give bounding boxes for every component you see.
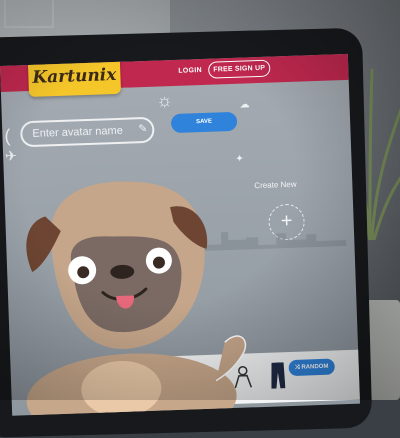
swirl-doodle-icon: ( bbox=[4, 125, 11, 146]
login-link[interactable]: LOGIN bbox=[178, 67, 202, 75]
save-button[interactable]: SAVE bbox=[170, 111, 238, 134]
pencil-icon[interactable]: ✎ bbox=[138, 122, 148, 135]
random-button[interactable]: ⤨ RANDOM bbox=[288, 358, 335, 377]
signup-button[interactable]: FREE SIGN UP bbox=[207, 59, 271, 79]
random-label: RANDOM bbox=[301, 363, 329, 371]
logo-text: Kartunix bbox=[32, 64, 117, 88]
tablet-screen: Kartunix LOGIN FREE SIGN UP ✈ ( ☼ ☁ ✦ ✎ … bbox=[0, 53, 361, 416]
background-frame bbox=[4, 0, 54, 28]
pants-icon[interactable] bbox=[271, 362, 286, 389]
sparkle-icon: ✦ bbox=[235, 153, 244, 165]
photo-scene: Kartunix LOGIN FREE SIGN UP ✈ ( ☼ ☁ ✦ ✎ … bbox=[0, 0, 400, 438]
avatar-name-input[interactable] bbox=[19, 116, 155, 148]
pug-avatar bbox=[26, 181, 247, 416]
cloud-icon: ☁ bbox=[239, 99, 250, 111]
sun-doodle-icon: ☼ bbox=[155, 89, 174, 111]
paper-plane-icon: ✈ bbox=[4, 147, 18, 164]
